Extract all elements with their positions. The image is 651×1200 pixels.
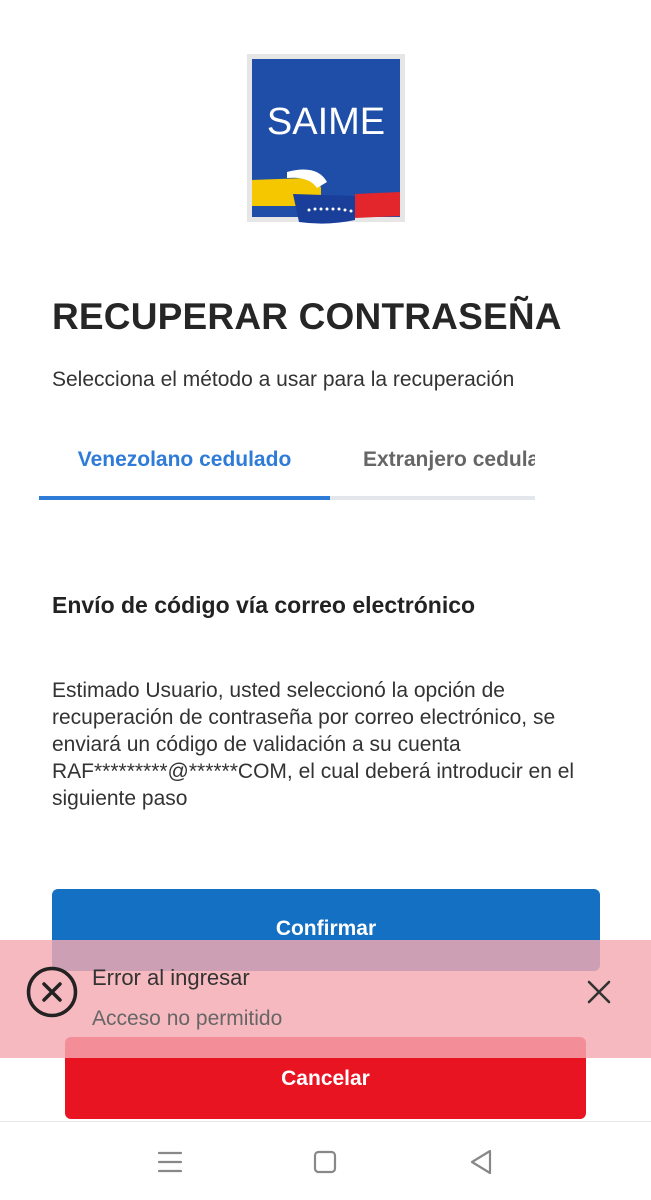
active-tab-indicator xyxy=(39,496,330,500)
saime-logo: SAIME xyxy=(247,54,405,228)
section-body: Estimado Usuario, usted seleccionó la op… xyxy=(52,679,575,810)
logo-text: SAIME xyxy=(267,101,385,143)
tab-extranjero-cedulado[interactable]: Extranjero cedulado xyxy=(330,424,535,496)
toast-title: Error al ingresar xyxy=(92,965,250,990)
toast-message: Acceso no permitido xyxy=(92,1007,283,1030)
close-icon[interactable] xyxy=(584,977,614,1007)
tab-venezolano-cedulado[interactable]: Venezolano cedulado xyxy=(39,424,330,496)
page-title: RECUPERAR CONTRASEÑA xyxy=(52,296,562,337)
menu-icon[interactable] xyxy=(154,1146,186,1178)
error-circle-x-icon xyxy=(25,965,79,1019)
tab-bar: Venezolano cedulado Extranjero cedulado xyxy=(39,424,535,500)
error-toast xyxy=(0,940,651,1058)
page-subtitle: Selecciona el método a usar para la recu… xyxy=(52,368,515,391)
home-square-icon[interactable] xyxy=(309,1146,341,1178)
system-nav-bar xyxy=(0,1121,651,1200)
section-title: Envío de código vía correo electrónico xyxy=(52,592,476,618)
back-triangle-icon[interactable] xyxy=(465,1146,497,1178)
